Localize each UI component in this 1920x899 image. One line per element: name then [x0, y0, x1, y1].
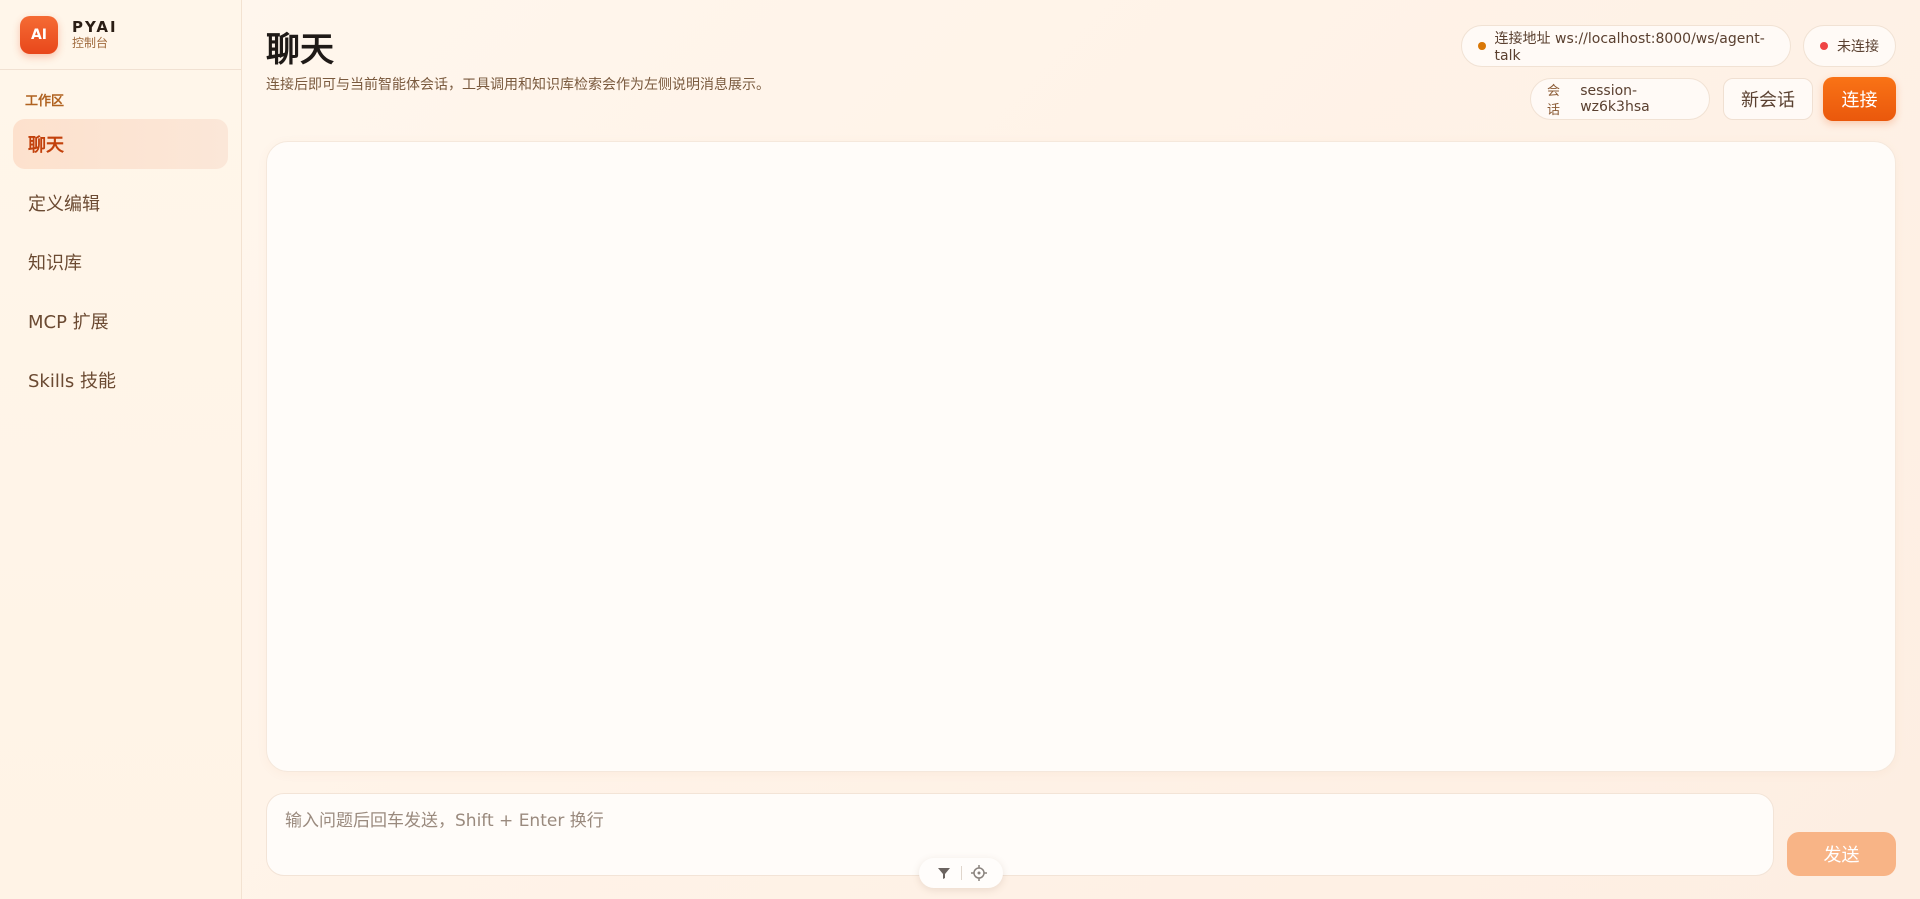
brand-subtitle: 控制台 [72, 36, 109, 51]
sidebar: AI PYAI 控制台 工作区 聊天 定义编辑 知识库 MCP 扩展 Skill… [0, 0, 242, 899]
session-label: 会话 [1547, 84, 1561, 118]
message-input[interactable] [285, 811, 1755, 831]
floating-toolbar [919, 858, 1003, 888]
connect-button[interactable]: 连接 [1823, 77, 1896, 121]
brand-name: PYAI [72, 17, 118, 36]
main-content: 聊天 连接后即可与当前智能体会话，工具调用和知识库检索会作为左侧说明消息展示。 … [266, 0, 1896, 899]
page-title: 聊天 [266, 30, 334, 70]
brand-text: PYAI 控制台 [72, 18, 118, 52]
sidebar-item-chat[interactable]: 聊天 [13, 119, 228, 169]
funnel-icon[interactable] [935, 864, 953, 882]
sidebar-item-definition-editor[interactable]: 定义编辑 [13, 178, 228, 228]
page-description: 连接后即可与当前智能体会话，工具调用和知识库检索会作为左侧说明消息展示。 [266, 77, 770, 93]
status-dot-icon [1820, 42, 1828, 50]
session-id: session-wz6k3hsa [1580, 83, 1650, 115]
sidebar-item-mcp-extensions[interactable]: MCP 扩展 [13, 296, 228, 346]
connection-status-badge: 未连接 [1803, 25, 1896, 67]
section-label-workspace: 工作区 [25, 94, 65, 109]
sidebar-item-knowledge-base[interactable]: 知识库 [13, 237, 228, 287]
connection-status-text: 未连接 [1837, 39, 1879, 55]
connection-address-badge: 连接地址 ws://localhost:8000/ws/agent-talk [1461, 25, 1791, 67]
address-status-dot-icon [1478, 42, 1486, 50]
sidebar-item-skills[interactable]: Skills 技能 [13, 355, 228, 405]
message-composer[interactable] [266, 793, 1774, 876]
new-session-button[interactable]: 新会话 [1723, 78, 1813, 120]
connection-address-text: 连接地址 ws://localhost:8000/ws/agent-talk [1494, 31, 1765, 64]
send-button[interactable]: 发送 [1787, 832, 1896, 876]
crosshair-icon[interactable] [970, 864, 988, 882]
logo-icon: AI [20, 15, 58, 54]
app-root: AI PYAI 控制台 工作区 聊天 定义编辑 知识库 MCP 扩展 Skill… [0, 0, 1920, 899]
chat-message-area[interactable] [266, 141, 1896, 772]
sidebar-nav: 聊天 定义编辑 知识库 MCP 扩展 Skills 技能 [0, 119, 241, 405]
session-badge: 会话 session-wz6k3hsa [1530, 78, 1710, 120]
brand: AI PYAI 控制台 [0, 0, 241, 70]
toolbar-divider [960, 866, 962, 880]
